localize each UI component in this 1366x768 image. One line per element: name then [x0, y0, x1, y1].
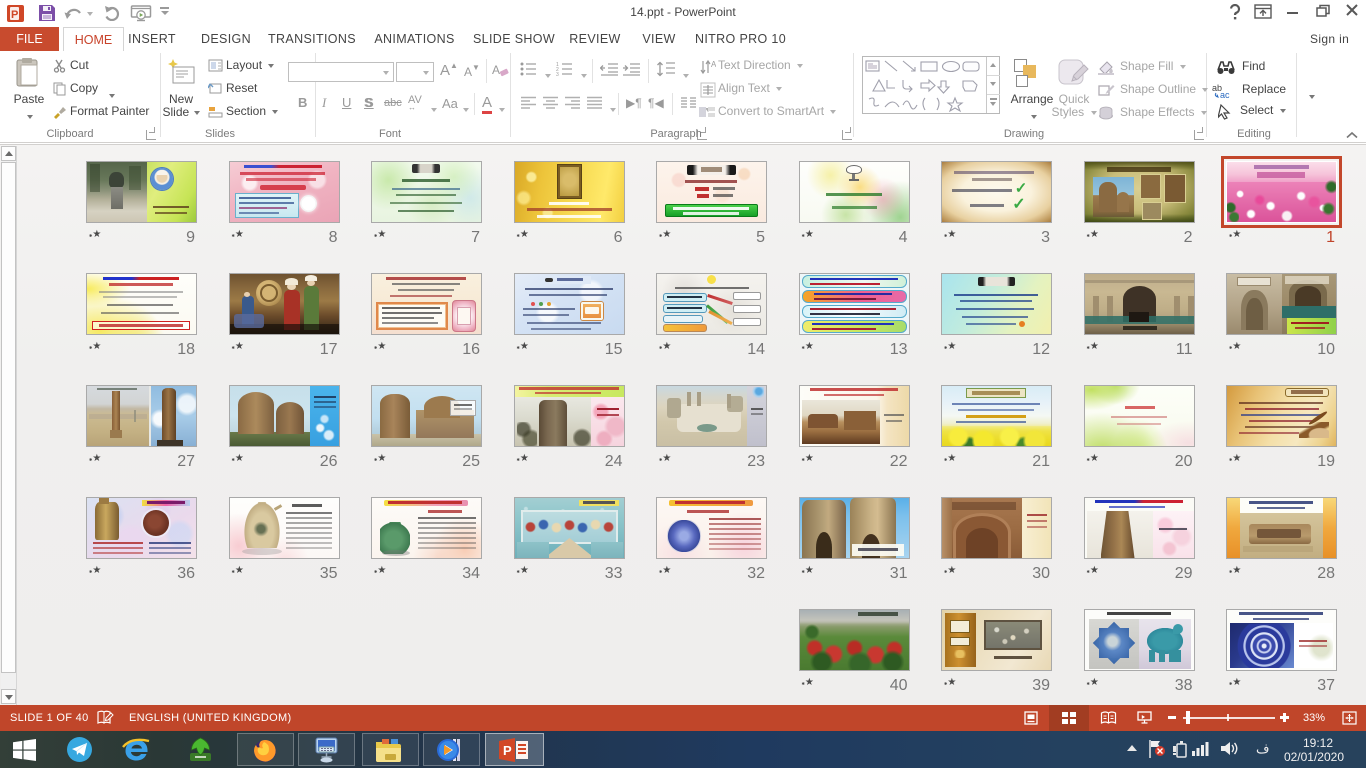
svg-text:ac: ac	[1220, 90, 1230, 99]
svg-text:3: 3	[556, 72, 559, 77]
svg-text:A: A	[711, 60, 716, 69]
svg-text:P: P	[503, 743, 512, 758]
svg-text:A: A	[492, 63, 500, 77]
